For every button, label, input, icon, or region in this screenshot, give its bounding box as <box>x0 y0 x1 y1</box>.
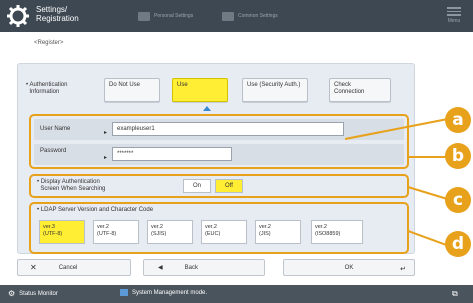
ldap-title: • LDAP Server Version and Character Code <box>37 207 153 214</box>
ldap-title-text: LDAP Server Version and Character Code <box>40 207 154 213</box>
system-mode-indicator: System Management mode. <box>120 289 207 296</box>
display-auth-off-button[interactable]: Off <box>215 179 243 193</box>
auth-use-security-button[interactable]: Use (Security Auth.) <box>242 78 308 102</box>
header-bar: Settings/ Registration Personal Settings… <box>0 0 473 32</box>
ldap-option-line1: ver.2 <box>97 224 109 230</box>
cancel-button[interactable]: ✕ Cancel <box>17 259 131 276</box>
ldap-option-ver3-utf8[interactable]: ver.3 (UTF-8) <box>39 220 85 244</box>
auth-label-2: Information <box>29 89 60 95</box>
callout-c: c <box>445 187 471 213</box>
display-auth-on-button[interactable]: On <box>183 179 211 193</box>
user-name-arrow: ▸ <box>104 130 108 136</box>
callout-a: a <box>445 107 471 133</box>
title-line-2: Registration <box>36 14 79 23</box>
personal-settings-icon <box>138 11 150 21</box>
menu-button[interactable]: Menu <box>447 5 461 24</box>
status-monitor-label: Status Monitor <box>19 290 58 297</box>
ok-label: OK <box>344 264 354 271</box>
password-input[interactable]: ******* <box>112 147 232 161</box>
system-mode-label: System Management mode. <box>132 289 208 296</box>
ldap-option-line2: (SJIS) <box>151 230 167 237</box>
ldap-option-line1: ver.2 <box>151 224 163 230</box>
display-auth-label-1: Display Authentication <box>40 179 100 185</box>
password-row: Password ▸ ******* <box>34 144 404 165</box>
back-arrow-icon: ◀ <box>158 265 163 271</box>
ldap-option-ver2-sjis[interactable]: ver.2 (SJIS) <box>147 220 193 244</box>
selected-indicator-icon <box>203 106 211 111</box>
enter-icon: ↵ <box>400 266 406 273</box>
gear-icon <box>7 5 29 27</box>
system-mode-icon <box>120 289 128 296</box>
tab-common-label: Common Settings <box>238 13 278 19</box>
callout-d: d <box>445 231 471 257</box>
breadcrumb: <Register> <box>34 40 64 46</box>
tab-common-settings[interactable]: Common Settings <box>222 6 278 26</box>
display-auth-label: • Display Authentication Screen When Sea… <box>37 179 105 193</box>
page-title: Settings/ Registration <box>36 5 79 23</box>
display-auth-group: • Display Authentication Screen When Sea… <box>29 174 409 198</box>
check-label-1: Check <box>334 82 352 88</box>
title-line-1: Settings/ <box>36 5 68 14</box>
network-glyph: ⧉ <box>452 289 458 298</box>
ldap-option-line2: (ISO8859) <box>315 230 341 237</box>
ok-button[interactable]: OK ↵ <box>283 259 415 276</box>
callout-b: b <box>445 143 471 169</box>
bottom-navigation: ✕ Cancel ◀ Back OK ↵ <box>17 259 415 276</box>
password-label: Password <box>40 148 67 154</box>
ldap-option-line2: (JIS) <box>259 230 271 237</box>
display-auth-label-2: Screen When Searching <box>40 186 106 192</box>
menu-icon <box>447 7 461 9</box>
user-name-input[interactable]: exampleuser1 <box>112 122 344 136</box>
auth-info-label: • Authentication Information <box>26 82 67 96</box>
ldap-option-ver2-utf8[interactable]: ver.2 (UTF-8) <box>93 220 139 244</box>
close-icon: ✕ <box>30 263 37 272</box>
auth-label-1: Authentication <box>29 82 68 88</box>
cancel-label: Cancel <box>58 264 78 271</box>
ldap-option-line2: (UTF-8) <box>97 230 117 237</box>
menu-icon-bar <box>447 14 461 16</box>
ldap-option-ver2-euc[interactable]: ver.2 (EUC) <box>201 220 247 244</box>
status-bar: ⚙ Status Monitor System Management mode.… <box>0 285 473 303</box>
tab-personal-label: Personal Settings <box>154 13 194 19</box>
ldap-option-line1: ver.2 <box>315 224 327 230</box>
back-label: Back <box>184 264 198 271</box>
ldap-option-line1: ver.2 <box>205 224 217 230</box>
ldap-option-line1: ver.3 <box>43 224 55 230</box>
user-name-label: User Name <box>40 126 71 132</box>
auth-use-button[interactable]: Use <box>172 78 228 102</box>
password-arrow: ▸ <box>104 155 108 161</box>
status-monitor-icon: ⚙ <box>8 289 16 298</box>
back-button[interactable]: ◀ Back <box>143 259 265 276</box>
ldap-option-ver2-iso8859[interactable]: ver.2 (ISO8859) <box>311 220 363 244</box>
ldap-option-line1: ver.2 <box>259 224 271 230</box>
ldap-option-ver2-jis[interactable]: ver.2 (JIS) <box>255 220 301 244</box>
menu-icon-bar <box>447 10 461 12</box>
menu-label: Menu <box>447 17 461 24</box>
auth-do-not-use-button[interactable]: Do Not Use <box>104 78 160 102</box>
ldap-option-line2: (UTF-8) <box>43 230 63 237</box>
credentials-group: User Name ▸ exampleuser1 Password ▸ ****… <box>29 114 409 169</box>
callout-line-b <box>408 156 448 158</box>
tab-personal-settings[interactable]: Personal Settings <box>138 6 193 26</box>
network-icon: ⧉ <box>452 289 458 299</box>
status-monitor-button[interactable]: ⚙ Status Monitor <box>8 289 58 298</box>
check-label-2: Connection <box>334 89 365 95</box>
common-settings-icon <box>222 11 234 21</box>
ldap-version-group: • LDAP Server Version and Character Code… <box>29 202 409 254</box>
check-connection-button[interactable]: Check Connection <box>329 78 391 102</box>
ldap-option-line2: (EUC) <box>205 230 221 237</box>
